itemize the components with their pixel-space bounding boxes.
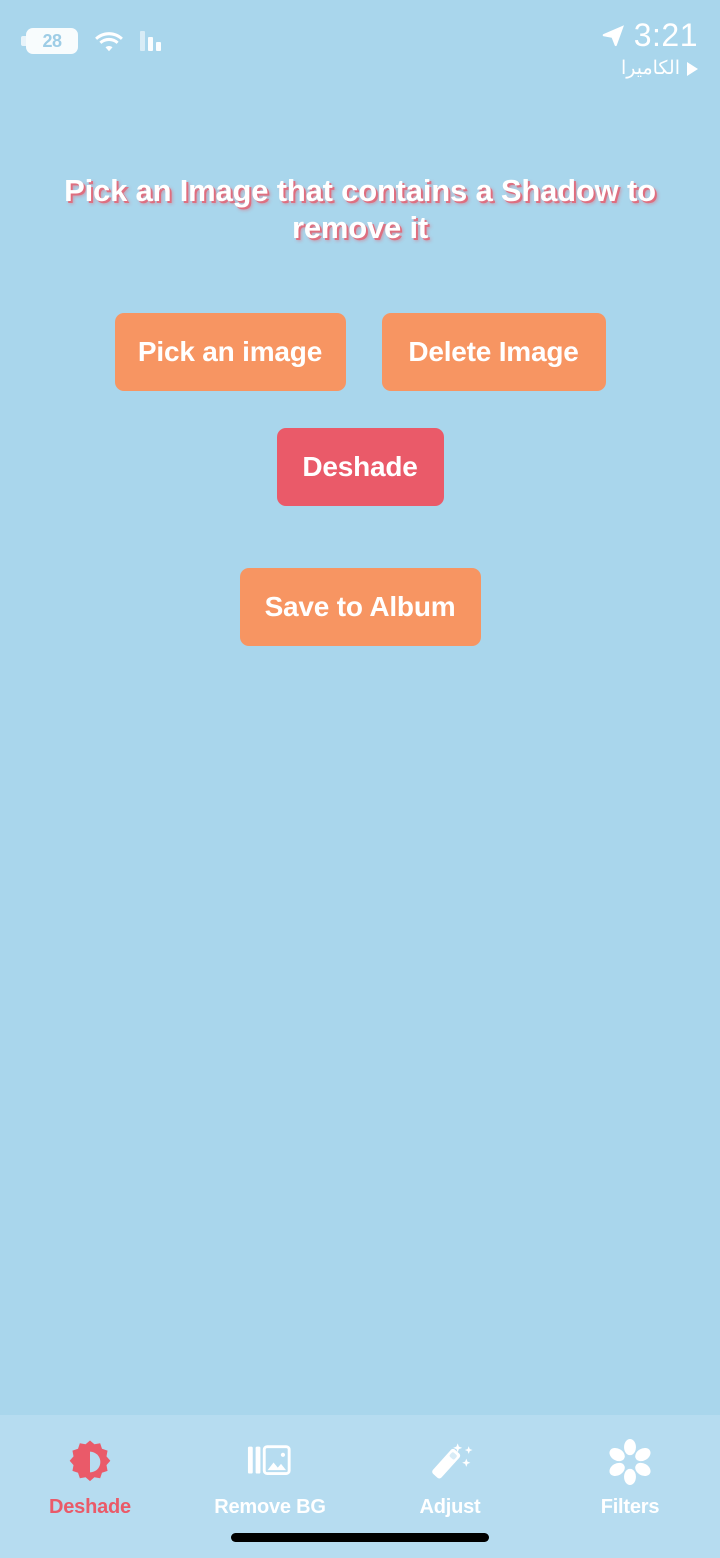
tab-label-adjust: Adjust: [419, 1496, 481, 1518]
location-arrow-icon: [602, 25, 624, 47]
active-app-indicator[interactable]: الكاميرا: [600, 58, 698, 80]
image-action-buttons: Pick an image Delete Image: [0, 313, 720, 391]
app-screen: 28 3:21 الكاميرا Pick an Image that cont…: [0, 0, 720, 1558]
status-bar-left: 28: [21, 28, 161, 54]
battery-percent-label: 28: [42, 31, 62, 51]
status-bar: 28 3:21 الكاميرا: [0, 0, 720, 100]
time-row: 3:21: [600, 18, 698, 52]
cellular-bars-icon: [140, 31, 161, 51]
photo-layers-icon: [245, 1437, 295, 1487]
tab-label-filters: Filters: [600, 1496, 660, 1518]
tab-deshade[interactable]: Deshade: [0, 1415, 180, 1520]
bottom-tab-bar: Deshade Remove BG Adjust Filters: [0, 1415, 720, 1558]
pick-an-image-button[interactable]: Pick an image: [114, 313, 346, 391]
tab-label-remove-bg: Remove BG: [214, 1496, 326, 1518]
brightness-contrast-icon: [65, 1437, 115, 1487]
tab-label-deshade: Deshade: [49, 1496, 131, 1518]
play-triangle-icon: [687, 62, 698, 76]
flower-aperture-icon: [605, 1437, 655, 1487]
active-app-label: الكاميرا: [620, 58, 680, 79]
wifi-icon: [95, 32, 123, 52]
status-clock: 3:21: [633, 17, 698, 53]
save-to-album-button[interactable]: Save to Album: [239, 568, 481, 646]
home-indicator[interactable]: [231, 1533, 489, 1542]
tab-filters[interactable]: Filters: [540, 1415, 720, 1520]
tab-adjust[interactable]: Adjust: [360, 1415, 540, 1520]
main-content: Pick an Image that contains a Shadow to …: [0, 100, 720, 646]
tab-remove-bg[interactable]: Remove BG: [180, 1415, 360, 1520]
magic-wand-icon: [425, 1437, 475, 1487]
page-title: Pick an Image that contains a Shadow to …: [64, 173, 656, 245]
status-bar-right: 3:21 الكاميرا: [600, 18, 698, 80]
delete-image-button[interactable]: Delete Image: [381, 313, 606, 391]
deshade-button[interactable]: Deshade: [276, 428, 444, 506]
battery-icon: 28: [21, 28, 78, 54]
